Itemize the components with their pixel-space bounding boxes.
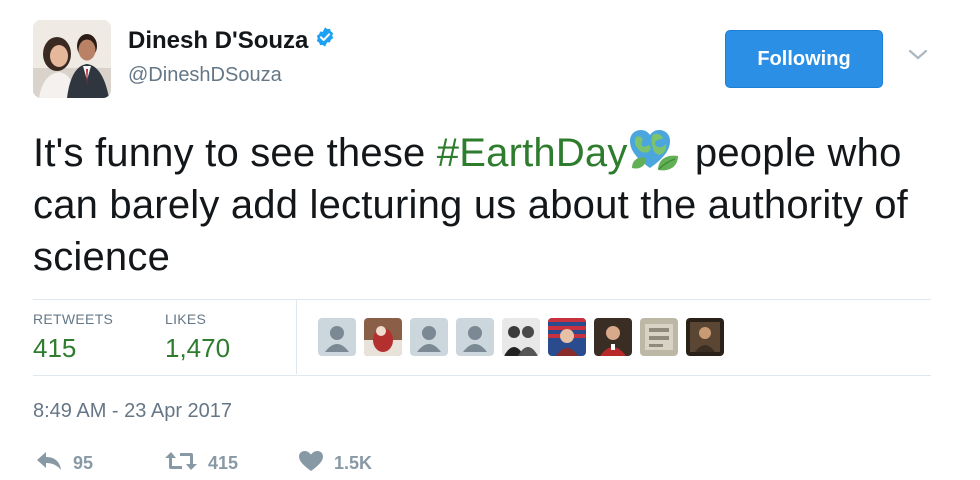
divider-bottom	[33, 375, 931, 376]
reply-count: 95	[73, 453, 94, 473]
profile-avatar[interactable]	[33, 20, 111, 98]
chevron-down-icon[interactable]	[906, 46, 930, 64]
hashtag-link[interactable]: #EarthDay	[437, 131, 628, 175]
like-count: 1.5K	[334, 453, 373, 473]
likes-label: LIKES	[165, 311, 207, 327]
divider-top	[33, 299, 931, 300]
liker-avatar-photo[interactable]	[640, 318, 678, 356]
display-name[interactable]: Dinesh D'Souza	[128, 27, 308, 55]
tweet-text: It's funny to see these #EarthDay people…	[33, 127, 933, 283]
user-name-row[interactable]: Dinesh D'Souza	[128, 26, 336, 55]
heart-icon	[298, 450, 324, 477]
liker-avatar-photo[interactable]	[686, 318, 724, 356]
tweet-text-before: It's funny to see these	[33, 131, 437, 175]
liker-avatar-photo[interactable]	[548, 318, 586, 356]
likes-count[interactable]: 1,470	[165, 333, 230, 364]
liker-avatar-photo[interactable]	[364, 318, 402, 356]
liker-avatars	[318, 318, 724, 356]
retweet-icon	[164, 450, 198, 477]
liker-avatar-default[interactable]	[410, 318, 448, 356]
liker-avatar-photo[interactable]	[594, 318, 632, 356]
retweets-label: RETWEETS	[33, 311, 114, 327]
retweet-count: 415	[208, 453, 239, 473]
following-button[interactable]: Following	[725, 30, 883, 88]
liker-avatar-photo[interactable]	[502, 318, 540, 356]
reply-icon	[35, 450, 63, 477]
like-action[interactable]: 1.5K	[298, 450, 372, 477]
retweets-stat[interactable]: RETWEETS 415	[33, 311, 113, 364]
retweets-count[interactable]: 415	[33, 333, 113, 364]
earth-heart-leaves-emoji-icon	[628, 128, 684, 172]
stats-separator	[296, 300, 297, 374]
user-handle[interactable]: @DineshDSouza	[128, 64, 282, 87]
likes-stat[interactable]: LIKES 1,470	[165, 311, 230, 364]
verified-badge-icon	[314, 26, 336, 55]
liker-avatar-default[interactable]	[456, 318, 494, 356]
reply-action[interactable]: 95	[35, 450, 93, 477]
tweet-timestamp[interactable]: 8:49 AM - 23 Apr 2017	[33, 400, 232, 423]
liker-avatar-default[interactable]	[318, 318, 356, 356]
retweet-action[interactable]: 415	[164, 450, 238, 477]
